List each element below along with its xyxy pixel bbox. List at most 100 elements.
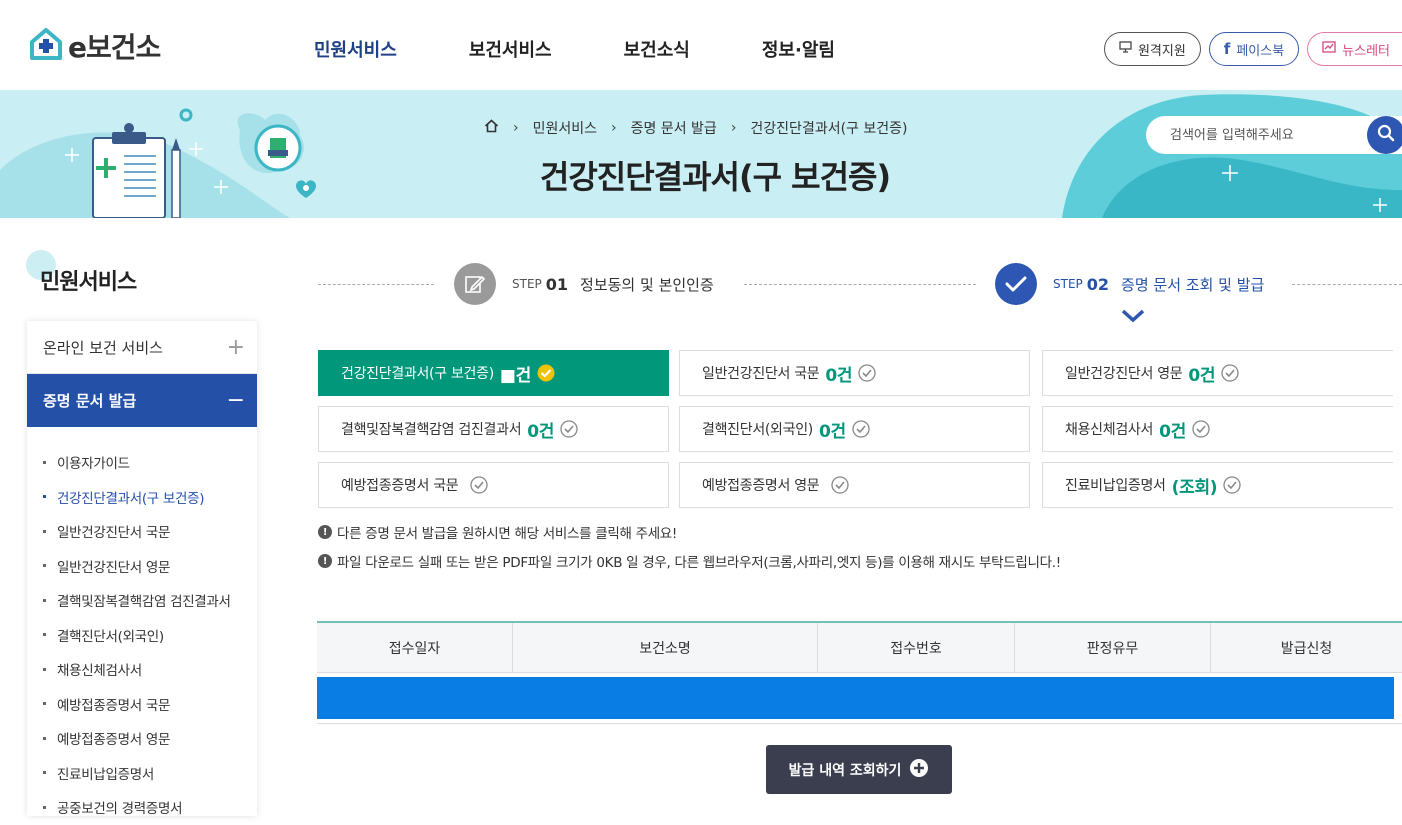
bullet-icon: [43, 529, 46, 533]
breadcrumb-item-civil-service[interactable]: 민원서비스: [533, 118, 597, 138]
doc-count: 0건: [527, 421, 555, 442]
plus-icon: +: [226, 334, 245, 360]
bullet-icon: [43, 702, 46, 706]
doc-tuberculosis-result[interactable]: 결핵및잠복결핵감염 검진결과서 0건: [318, 406, 669, 452]
sidebar-category-certificate[interactable]: 증명 문서 발급 −: [27, 374, 257, 427]
header-buttons: 원격지원 f 페이스북 뉴스레터: [1103, 32, 1402, 66]
sidebar-item-vaccination-kr[interactable]: 예방접종증명서 국문: [27, 687, 257, 722]
newsletter-label: 뉴스레터: [1342, 43, 1390, 59]
doc-name: 결핵및잠복결핵감염 검진결과서: [341, 422, 522, 438]
doc-name: 결핵진단서(외국인): [702, 422, 813, 438]
sidebar-item-tuberculosis-foreigner[interactable]: 결핵진단서(외국인): [27, 618, 257, 653]
doc-name: 예방접종증명서 영문: [702, 478, 820, 494]
column-header-center: 보건소명: [513, 623, 818, 672]
remote-support-button[interactable]: 원격지원: [1103, 32, 1201, 66]
step-text: 정보동의 및 본인인증: [580, 275, 714, 294]
bullet-icon: [43, 805, 46, 809]
step-divider: [744, 284, 976, 285]
column-header-date: 접수일자: [317, 623, 513, 672]
doc-tuberculosis-foreigner[interactable]: 결핵진단서(외국인) 0건: [679, 406, 1030, 452]
doc-name: 일반건강진단서 국문: [702, 366, 820, 382]
sidebar-item-user-guide[interactable]: 이용자가이드: [27, 445, 257, 480]
doc-name: 예방접종증명서 국문: [341, 478, 459, 494]
chevron-right-icon: ›: [730, 120, 737, 136]
facebook-button[interactable]: f 페이스북: [1208, 32, 1300, 66]
step-number: 02: [1086, 274, 1110, 294]
doc-vaccination-en[interactable]: 예방접종증명서 영문: [679, 462, 1030, 508]
doc-employment-exam[interactable]: 채용신체검사서 0건: [1042, 406, 1393, 452]
search-input[interactable]: [1168, 126, 1358, 144]
sidebar-item-tuberculosis-result[interactable]: 결핵및잠복결핵감염 검진결과서: [27, 583, 257, 618]
notice-1: ! 다른 증명 문서 발급을 원하시면 해당 서비스를 클릭해 주세요!: [318, 522, 677, 542]
doc-medical-payment[interactable]: 진료비납입증명서 (조회): [1042, 462, 1393, 508]
edit-icon: [454, 263, 496, 305]
step-label: STEP: [512, 277, 542, 291]
monitor-icon: [1119, 41, 1132, 57]
check-circle-icon: [1192, 420, 1210, 438]
sidebar-item-vaccination-en[interactable]: 예방접종증명서 영문: [27, 721, 257, 756]
step-label: STEP: [1053, 277, 1083, 291]
sidebar-category-label: 온라인 보건 서비스: [43, 338, 163, 357]
issue-history-button[interactable]: 발급 내역 조회하기: [766, 745, 952, 794]
nav-info-notice[interactable]: 정보·알림: [762, 36, 835, 62]
bullet-icon: [43, 771, 46, 775]
sidebar-item-public-doctor-career[interactable]: 공중보건의 경력증명서: [27, 790, 257, 825]
chevron-down-icon: [1121, 308, 1145, 327]
main-navigation: 민원서비스 보건서비스 보건소식 정보·알림: [314, 36, 835, 62]
breadcrumb: › 민원서비스 › 증명 문서 발급 › 건강진단결과서(구 보건증): [484, 118, 907, 138]
sidebar-item-label: 채용신체검사서: [57, 663, 142, 680]
check-circle-icon: [858, 364, 876, 382]
sidebar-item-employment-exam[interactable]: 채용신체검사서: [27, 652, 257, 687]
notice-text: 파일 다운로드 실패 또는 받은 PDF파일 크기가 0KB 일 경우, 다른 …: [337, 555, 1061, 571]
sidebar-item-label: 결핵및잠복결핵감염 검진결과서: [57, 594, 231, 611]
table-header: 접수일자 보건소명 접수번호 판정유무 발급신청: [317, 623, 1402, 673]
nav-civil-service[interactable]: 민원서비스: [314, 36, 397, 62]
column-header-issue: 발급신청: [1280, 640, 1333, 657]
step-divider: [1292, 284, 1402, 285]
page-banner: › 민원서비스 › 증명 문서 발급 › 건강진단결과서(구 보건증) 건강진단…: [0, 90, 1402, 218]
sidebar-item-label: 결핵진단서(외국인): [57, 628, 164, 645]
home-icon[interactable]: [484, 119, 499, 137]
sidebar-item-label: 이용자가이드: [57, 456, 130, 473]
check-circle-icon: [1223, 476, 1241, 494]
doc-name: 일반건강진단서 영문: [1065, 366, 1183, 382]
sidebar-item-health-certificate[interactable]: 건강진단결과서(구 보건증): [27, 480, 257, 515]
chevron-right-icon: ›: [611, 120, 617, 136]
breadcrumb-item-current[interactable]: 건강진단결과서(구 보건증): [750, 118, 907, 138]
table-row[interactable]: [317, 677, 1394, 719]
sidebar-category-online-health[interactable]: 온라인 보건 서비스 +: [27, 321, 257, 374]
doc-count: ■건: [499, 365, 531, 386]
bullet-icon: [43, 667, 46, 671]
bullet-icon: [43, 633, 46, 637]
doc-name: 채용신체검사서: [1065, 422, 1154, 438]
sidebar-item-label: 예방접종증명서 영문: [57, 732, 171, 749]
bullet-icon: [43, 495, 46, 499]
doc-vaccination-kr[interactable]: 예방접종증명서 국문: [318, 462, 669, 508]
site-logo[interactable]: e보건소: [28, 26, 161, 66]
sidebar-item-general-health-en[interactable]: 일반건강진단서 영문: [27, 549, 257, 584]
step-number: 01: [545, 274, 569, 294]
exclamation-icon: !: [318, 554, 332, 568]
nav-health-service[interactable]: 보건서비스: [469, 36, 552, 62]
nav-health-news[interactable]: 보건소식: [624, 36, 690, 62]
doc-general-health-en[interactable]: 일반건강진단서 영문 0건: [1042, 350, 1393, 396]
doc-general-health-kr[interactable]: 일반건강진단서 국문 0건: [679, 350, 1030, 396]
sidebar-item-general-health-kr[interactable]: 일반건강진단서 국문: [27, 514, 257, 549]
chevron-right-icon: ›: [513, 120, 519, 136]
exclamation-icon: !: [318, 525, 332, 539]
check-circle-icon: [560, 420, 578, 438]
sidebar-category-label: 증명 문서 발급: [43, 392, 137, 410]
newsletter-button[interactable]: 뉴스레터: [1307, 32, 1402, 66]
sidebar-item-medical-payment[interactable]: 진료비납입증명서: [27, 756, 257, 791]
step-text: 증명 문서 조회 및 발급: [1121, 275, 1265, 294]
facebook-icon: f: [1223, 40, 1231, 58]
check-icon: [995, 263, 1037, 305]
breadcrumb-item-certificate[interactable]: 증명 문서 발급: [631, 118, 717, 138]
site-header: e보건소 민원서비스 보건서비스 보건소식 정보·알림 원격지원 f 페이스북 …: [0, 0, 1402, 90]
doc-count: 0건: [1188, 365, 1216, 386]
search-button[interactable]: [1367, 116, 1402, 154]
remote-support-label: 원격지원: [1137, 43, 1186, 59]
doc-health-certificate[interactable]: 건강진단결과서(구 보건증) ■건: [318, 350, 669, 396]
table-bottom-border: [317, 723, 1402, 724]
bullet-icon: [43, 598, 46, 602]
